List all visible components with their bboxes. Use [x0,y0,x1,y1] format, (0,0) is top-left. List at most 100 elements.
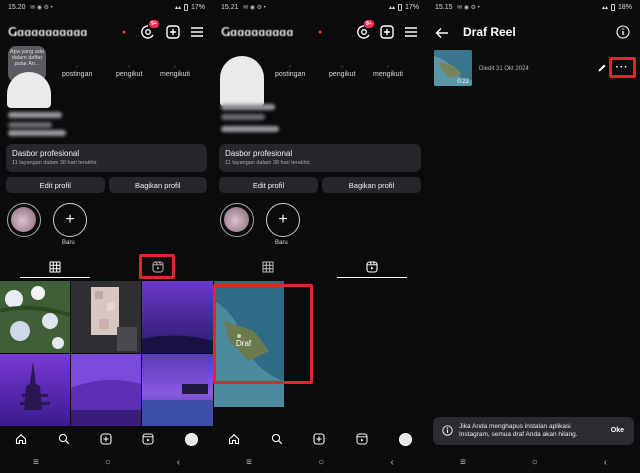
profile-avatar[interactable] [7,72,51,108]
username[interactable]: Ⴚɑɑɑɑɑɑɑɑɑ [221,26,293,39]
profile-category-redacted [8,122,52,128]
profile-screen-1: 15.20 ✉ ◉ ⚙ • ▴▴ 17% Ⴚɑɑɑɑɑɑɑɑɑɑ ● 9+ Ap… [0,0,213,473]
draft-reels-screen: 15.15 ✉ ◉ ⚙ • ▴▴ 18% Draf Reel 0:22 Died… [427,0,640,473]
back-nav-icon[interactable]: ‹ [604,457,607,468]
grid-post[interactable] [0,281,70,353]
profile-screen-2: 15.21 ✉ ◉ ⚙ • ▴▴ 17% Ⴚɑɑɑɑɑɑɑɑɑ ● 9+ · po… [213,0,427,473]
back-icon[interactable] [435,27,449,39]
profile-avatar[interactable] [220,56,264,106]
android-nav: ≡ ○ ‹ [213,452,427,473]
signal-icon: ▴▴ [174,5,181,11]
search-icon[interactable] [271,433,283,445]
stat-posts[interactable]: · postingan [275,62,305,78]
profile-topbar: Ⴚɑɑɑɑɑɑɑɑɑɑ ● 9+ [0,18,213,46]
status-right: ▴▴ 17% [389,4,419,11]
status-bar: 15.15 ✉ ◉ ⚙ • ▴▴ 18% [427,0,640,16]
battery-level: 17% [404,4,419,11]
share-profile-button[interactable]: Bagikan profil [108,177,207,193]
more-options-highlight [609,57,636,78]
bottom-nav [213,428,427,450]
stat-followers[interactable]: · pengikut [116,62,142,78]
recents-icon[interactable]: ≡ [246,457,252,468]
story-highlight[interactable] [7,203,41,237]
new-highlight-button[interactable]: + [266,203,300,237]
home-icon[interactable] [15,433,27,445]
grid-post[interactable] [142,354,213,426]
battery-icon [183,4,188,11]
recents-icon[interactable]: ≡ [33,457,39,468]
username[interactable]: Ⴚɑɑɑɑɑɑɑɑɑɑ [8,26,88,39]
signal-icon: ▴▴ [601,5,608,11]
new-highlight-button[interactable]: + [53,203,87,237]
share-profile-button[interactable]: Bagikan profil [322,177,421,193]
grid-post[interactable] [0,354,70,426]
professional-dashboard[interactable]: Dasbor profesional 11 tayangan dalam 30 … [219,144,421,172]
back-nav-icon[interactable]: ‹ [391,457,394,468]
professional-dashboard[interactable]: Dasbor profesional 11 tayangan dalam 30 … [6,144,207,172]
draft-edit-date: Diedit 31 Okt 2024 [479,66,529,72]
home-button-icon[interactable]: ○ [318,457,324,468]
status-icons: ✉ ◉ ⚙ • [30,5,53,11]
page-title: Draf Reel [463,25,516,39]
notification-badge: 9+ [364,20,374,28]
tab-grid[interactable] [20,256,90,278]
profile-name-redacted [221,104,275,110]
bottom-nav [0,428,213,450]
edit-icon[interactable] [597,63,607,73]
add-icon[interactable] [379,24,395,40]
profile-actions: Edit profil Bagikan profil [6,177,207,193]
profile-icon[interactable] [398,432,412,446]
dashboard-title: Dasbor profesional [12,149,80,158]
tab-active-indicator [20,276,90,278]
status-icons: ✉ ◉ ⚙ • [457,5,480,11]
account-switch-icon[interactable]: ● [122,29,126,36]
profile-category-redacted [221,114,265,120]
toast-message: Jika Anda menghapus instalan aplikasi In… [459,423,578,438]
story-highlight[interactable] [220,203,254,237]
stat-posts[interactable]: · postingan [62,62,92,78]
profile-tabs [0,256,213,278]
profile-icon[interactable] [184,432,198,446]
dashboard-subtitle: 11 tayangan dalam 30 hari terakhir. [12,160,98,166]
toast-ok-button[interactable]: Oke [611,427,624,434]
grid-post[interactable] [71,281,141,353]
edit-profile-button[interactable]: Edit profil [219,177,318,193]
status-time: 15.21 [221,4,239,11]
tab-active-indicator [337,276,407,278]
menu-icon[interactable] [403,24,419,40]
home-button-icon[interactable]: ○ [105,457,111,468]
grid-post[interactable] [142,281,213,353]
draft-duration: 0:22 [457,79,469,85]
account-switch-icon[interactable]: ● [318,29,322,36]
notification-badge: 9+ [149,20,159,28]
home-button-icon[interactable]: ○ [532,457,538,468]
grid-post[interactable] [71,354,141,426]
add-icon[interactable] [165,24,181,40]
profile-actions: Edit profil Bagikan profil [219,177,421,193]
posts-grid [0,281,213,427]
create-icon[interactable] [313,433,326,445]
tab-reels[interactable] [337,256,407,278]
tab-grid[interactable] [233,256,303,278]
stat-following[interactable]: · mengikuti [160,62,190,78]
recents-icon[interactable]: ≡ [460,457,466,468]
search-icon[interactable] [58,433,70,445]
reels-icon[interactable] [356,433,368,445]
info-icon [442,425,453,436]
status-bar: 15.20 ✉ ◉ ⚙ • ▴▴ 17% [0,0,213,16]
reels-icon[interactable] [142,433,154,445]
reels-icon [366,261,378,273]
edit-profile-button[interactable]: Edit profil [6,177,105,193]
grid-icon [49,261,61,273]
profile-tabs [213,256,427,278]
back-nav-icon[interactable]: ‹ [177,457,180,468]
info-icon[interactable] [616,25,630,39]
create-icon[interactable] [100,433,112,445]
draft-thumbnail[interactable]: 0:22 [434,50,472,86]
home-icon[interactable] [228,433,240,445]
status-right: ▴▴ 17% [175,4,205,11]
stat-followers[interactable]: · pengikut [329,62,355,78]
stat-following[interactable]: · mengikuti [373,62,403,78]
menu-icon[interactable] [189,24,205,40]
battery-level: 18% [617,4,632,11]
